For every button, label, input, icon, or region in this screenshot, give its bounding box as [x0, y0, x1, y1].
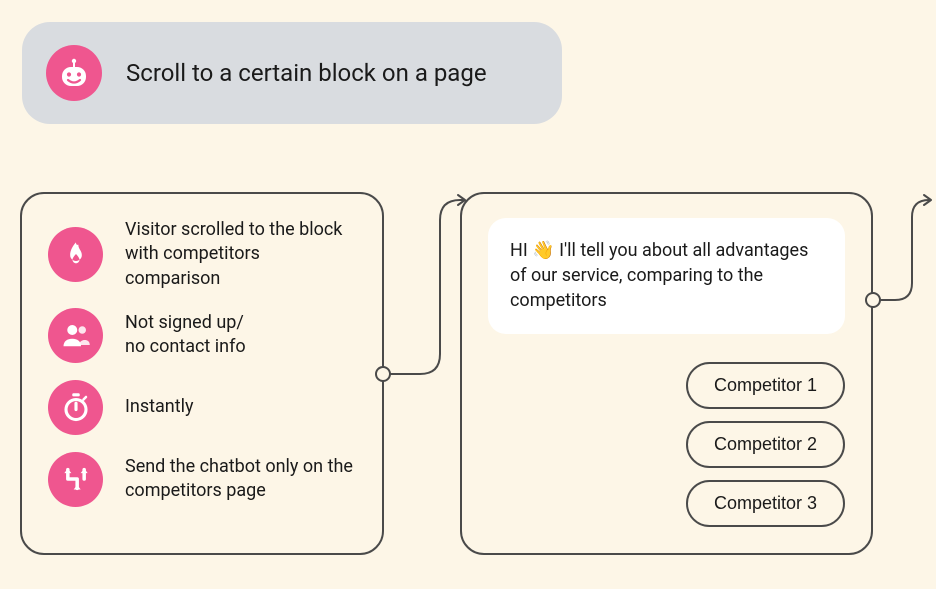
triggers-card: Visitor scrolled to the block with compe… [20, 192, 384, 555]
header-banner: Scroll to a certain block on a page [22, 22, 562, 124]
users-icon [48, 308, 103, 363]
trigger-text: Not signed up/ no contact info [125, 311, 246, 360]
chat-options: Competitor 1 Competitor 2 Competitor 3 [488, 362, 845, 527]
bot-icon [46, 45, 102, 101]
connector-node [865, 292, 881, 308]
connector-arrow [875, 190, 936, 310]
route-icon [48, 452, 103, 507]
competitor-option-1[interactable]: Competitor 1 [686, 362, 845, 409]
wave-icon: 👋 [532, 240, 554, 261]
header-title: Scroll to a certain block on a page [126, 59, 487, 87]
trigger-text: Send the chatbot only on the competitors… [125, 455, 356, 504]
chat-text-post: I'll tell you about all advantages of ou… [510, 240, 808, 311]
chat-message: HI 👋 I'll tell you about all advantages … [488, 218, 845, 334]
connector-node [375, 366, 391, 382]
chat-card: HI 👋 I'll tell you about all advantages … [460, 192, 873, 555]
trigger-row: Instantly [48, 380, 356, 435]
fire-icon [48, 227, 103, 282]
competitor-option-3[interactable]: Competitor 3 [686, 480, 845, 527]
trigger-row: Not signed up/ no contact info [48, 308, 356, 363]
stopwatch-icon [48, 380, 103, 435]
trigger-text: Visitor scrolled to the block with compe… [125, 218, 356, 291]
trigger-text: Instantly [125, 395, 194, 419]
chat-text-pre: HI [510, 240, 532, 261]
trigger-row: Send the chatbot only on the competitors… [48, 452, 356, 507]
competitor-option-2[interactable]: Competitor 2 [686, 421, 845, 468]
trigger-row: Visitor scrolled to the block with compe… [48, 218, 356, 291]
